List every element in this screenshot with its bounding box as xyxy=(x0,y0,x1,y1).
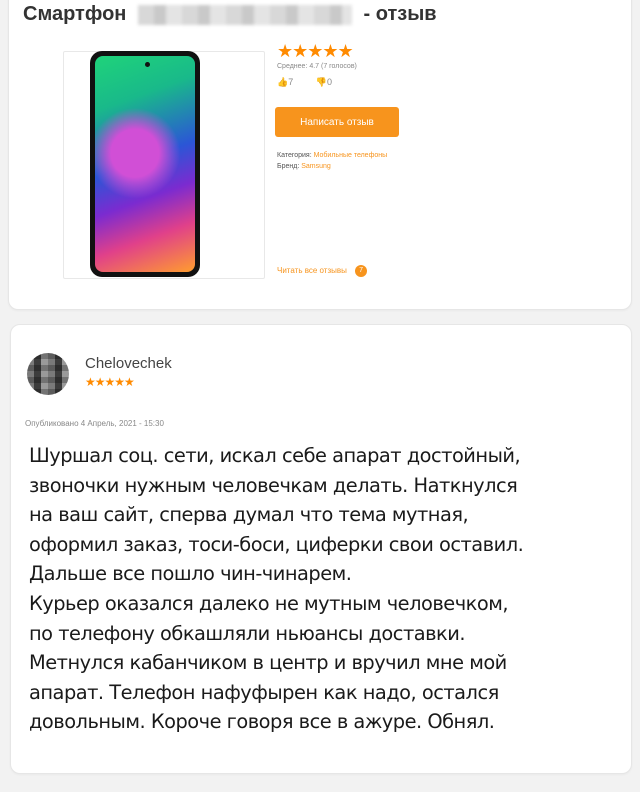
review-card: Chelovechek ★★★★★ Опубликовано 4 Апрель,… xyxy=(10,324,632,774)
review-line: апарат. Телефон нафуфырен как надо, оста… xyxy=(29,680,499,704)
review-line: Дальше все пошло чин-чинарем. xyxy=(29,562,352,586)
review-line: звоночки нужным человечкам делать. Наткн… xyxy=(29,473,518,497)
product-image[interactable] xyxy=(63,51,265,279)
product-card: Смартфон - отзыв ★★★★★ Среднее: 4.7 (7 г… xyxy=(8,0,632,310)
brand-label: Бренд: xyxy=(277,163,300,170)
avatar[interactable] xyxy=(27,353,69,395)
like-button[interactable]: 👍7 xyxy=(277,77,303,87)
dislike-button[interactable]: 👎0 xyxy=(316,77,342,87)
review-count-badge: 7 xyxy=(355,265,368,277)
review-line: по телефону обкашляли ньюансы доставки. xyxy=(29,621,466,645)
review-line: довольным. Короче говоря все в ажуре. Об… xyxy=(29,710,495,734)
review-line: Курьер оказался далеко не мутным человеч… xyxy=(29,591,509,615)
review-line: оформил заказ, тоси-боси, циферки свои о… xyxy=(29,532,524,556)
vote-counts: 👍7 👎0 xyxy=(277,77,352,88)
review-date: Опубликовано 4 Апрель, 2021 - 15:30 xyxy=(25,419,164,428)
redacted-product-name xyxy=(137,4,352,25)
review-line: Метнулся кабанчиком в центр и вручил мне… xyxy=(29,651,507,675)
title-suffix: - отзыв xyxy=(363,3,437,25)
title-prefix: Смартфон xyxy=(23,3,127,25)
dislike-count: 0 xyxy=(326,77,332,87)
brand-link[interactable]: Samsung xyxy=(301,163,331,170)
page-title: Смартфон - отзыв xyxy=(23,3,437,26)
read-all-reviews-link[interactable]: Читать все отзывы 7 xyxy=(277,265,368,277)
like-count: 7 xyxy=(288,77,294,87)
write-review-button[interactable]: Написать отзыв xyxy=(275,107,399,137)
phone-screen xyxy=(95,56,195,272)
category-label: Категория: xyxy=(277,152,312,159)
review-author[interactable]: Chelovechek xyxy=(85,355,172,372)
review-line: на ваш сайт, сперва думал что тема мутна… xyxy=(29,503,469,527)
read-all-label: Читать все отзывы xyxy=(277,266,347,276)
category-line: Категория: Мобильные телефоны xyxy=(277,152,387,159)
review-stars: ★★★★★ xyxy=(85,375,135,389)
review-body: Шуршал соц. сети, искал себе апарат дост… xyxy=(29,441,613,737)
average-rating: Среднее: 4.7 (7 голосов) xyxy=(277,63,357,70)
category-link[interactable]: Мобильные телефоны xyxy=(314,152,388,159)
phone-image xyxy=(90,51,200,277)
camera-dot xyxy=(145,62,150,67)
rating-stars[interactable]: ★★★★★ xyxy=(277,41,354,62)
review-line: Шуршал соц. сети, искал себе апарат дост… xyxy=(29,444,521,467)
brand-line: Бренд: Samsung xyxy=(277,163,331,170)
